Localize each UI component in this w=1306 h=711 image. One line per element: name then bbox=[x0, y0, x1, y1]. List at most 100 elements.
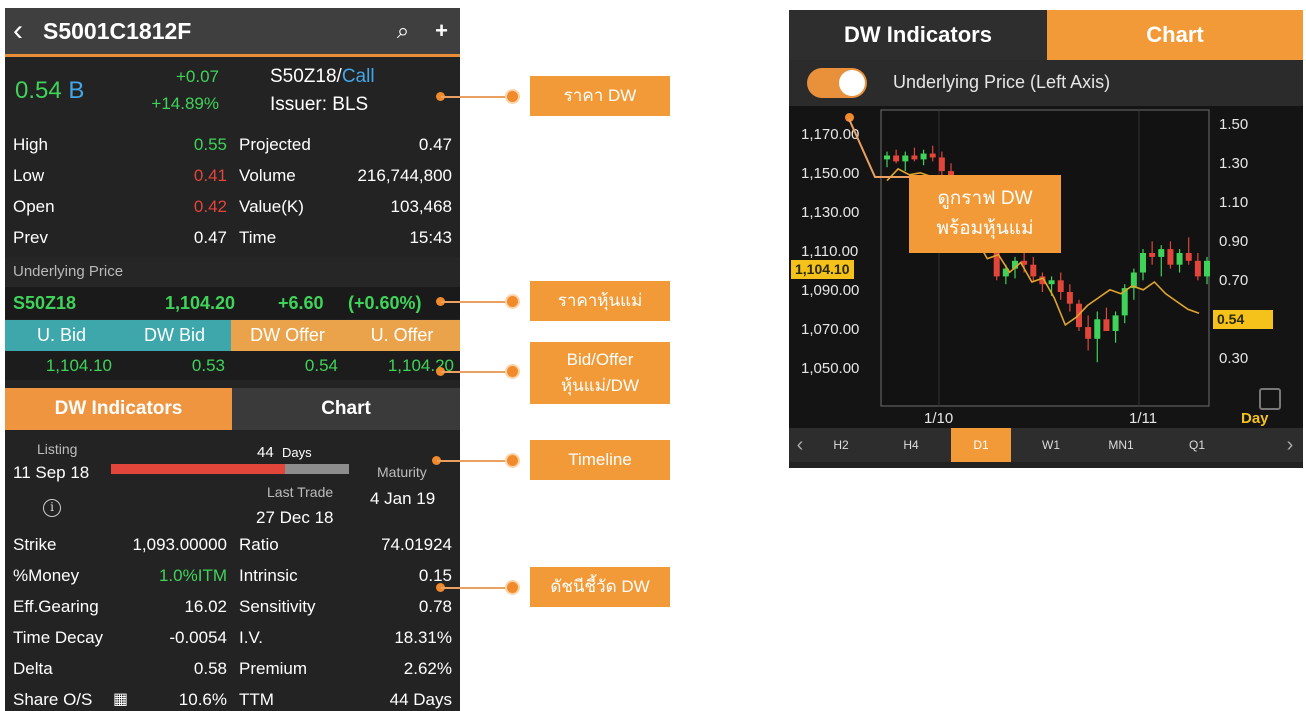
plus-icon[interactable]: + bbox=[435, 18, 448, 44]
calendar-icon[interactable]: ▦ bbox=[113, 684, 128, 711]
quote-row: Low 0.41 Volume 216,744,800 bbox=[5, 160, 460, 191]
candle-body bbox=[1094, 319, 1101, 339]
underlying-toggle-row: Underlying Price (Left Axis) bbox=[789, 60, 1303, 106]
last-trade-label: Last Trade bbox=[267, 484, 334, 500]
timeframe-bar: ‹ H2 H4 D1 W1 MN1 Q1 › bbox=[789, 428, 1303, 462]
fullscreen-icon[interactable] bbox=[1259, 388, 1281, 410]
callout-label: Timeline bbox=[530, 440, 670, 480]
callout-leader bbox=[441, 96, 511, 98]
bid-offer-values: 1,104.10 0.53 0.54 1,104.20 bbox=[5, 351, 460, 380]
x-axis-label: 1/10 bbox=[924, 410, 954, 427]
underlying-change-pct: (+0.60%) bbox=[348, 293, 422, 313]
indicator-row: Time Decay -0.0054 I.V. 18.31% bbox=[5, 622, 460, 653]
callout-leader bbox=[441, 301, 511, 303]
indicator-label: Delta bbox=[13, 659, 53, 678]
dw-bid-label: DW Bid bbox=[118, 320, 231, 351]
dw-change: +0.07 +14.89% bbox=[151, 67, 219, 113]
candle-body bbox=[1103, 319, 1110, 331]
timeframe-w1[interactable]: W1 bbox=[1021, 428, 1081, 462]
dw-quote-screen: ‹ S5001C1812F ⌕ + 0.54 B +0.07 +14.89% S… bbox=[5, 8, 460, 711]
left-axis-tick: 1,070.00 bbox=[801, 321, 860, 338]
indicator-label: %Money bbox=[13, 566, 80, 585]
dw-offer-value: 0.54 bbox=[304, 356, 338, 375]
candle-body bbox=[1085, 327, 1092, 339]
last-trade-date: 27 Dec 18 bbox=[256, 508, 334, 527]
indicator-row: Share O/S ▦ 10.6% TTM 44 Days bbox=[5, 684, 460, 711]
dw-bid-value: 0.53 bbox=[191, 356, 225, 375]
timeframe-mn1[interactable]: MN1 bbox=[1091, 428, 1151, 462]
indicator-value: 0.78 bbox=[418, 597, 452, 616]
chart-screen: DW Indicators Chart Underlying Price (Le… bbox=[789, 10, 1303, 468]
chart-tab-bar: DW Indicators Chart bbox=[789, 10, 1303, 60]
timeframe-h4[interactable]: H4 bbox=[881, 428, 941, 462]
timeline-progress-fill bbox=[111, 464, 285, 474]
tab-dw-indicators[interactable]: DW Indicators bbox=[789, 10, 1047, 60]
dw-series-info: S50Z18/Call Issuer: BLS bbox=[270, 66, 375, 115]
callout-dot bbox=[505, 294, 520, 309]
chevron-right-icon[interactable]: › bbox=[1279, 428, 1301, 462]
callout-label: Bid/Offer หุ้นแม่/DW bbox=[530, 342, 670, 404]
maturity-date: 4 Jan 19 bbox=[370, 489, 436, 508]
callout-dot bbox=[505, 580, 520, 595]
indicator-row: Eff.Gearing 16.02 Sensitivity 0.78 bbox=[5, 591, 460, 622]
toggle-knob bbox=[839, 70, 865, 96]
maturity-label: Maturity bbox=[377, 464, 427, 480]
candle-body bbox=[1030, 264, 1037, 277]
listing-date: 11 Sep 18 bbox=[13, 463, 90, 482]
callout-dot bbox=[505, 364, 520, 379]
page-title: S5001C1812F bbox=[43, 17, 192, 44]
timeframe-h2[interactable]: H2 bbox=[811, 428, 871, 462]
stat-label: Value(K) bbox=[239, 197, 304, 216]
indicator-value: 16.02 bbox=[184, 597, 227, 616]
quote-row: High 0.55 Projected 0.47 bbox=[5, 129, 460, 160]
timeframe-q1[interactable]: Q1 bbox=[1167, 428, 1227, 462]
quote-row: Open 0.42 Value(K) 103,468 bbox=[5, 191, 460, 222]
underlying-toggle[interactable] bbox=[807, 68, 867, 98]
left-axis-price-tag: 1,104.10 bbox=[791, 260, 854, 279]
u-offer-label: U. Offer bbox=[344, 320, 460, 351]
stat-label: Volume bbox=[239, 166, 296, 185]
stat-value: 0.55 bbox=[193, 135, 227, 154]
candle-body bbox=[1204, 260, 1210, 277]
u-bid-label: U. Bid bbox=[5, 320, 118, 351]
indicator-value: 10.6% bbox=[178, 690, 227, 709]
chevron-left-icon[interactable]: ‹ bbox=[789, 428, 811, 462]
candle-body bbox=[1185, 253, 1192, 261]
candle-body bbox=[1112, 315, 1119, 331]
u-offer-value: 1,104.20 bbox=[387, 356, 454, 375]
underlying-price-row[interactable]: S50Z18 1,104.20 +6.60 (+0.60%) bbox=[5, 287, 460, 319]
stat-value: 0.47 bbox=[193, 228, 227, 247]
candle-body bbox=[1176, 253, 1183, 265]
stat-label: Low bbox=[13, 166, 45, 185]
bid-offer-header: U. Bid DW Bid DW Offer U. Offer bbox=[5, 320, 460, 351]
quote-row: Prev 0.47 Time 15:43 bbox=[5, 222, 460, 253]
left-axis-tick: 1,130.00 bbox=[801, 204, 860, 221]
candle-body bbox=[1149, 253, 1156, 257]
tab-dw-indicators[interactable]: DW Indicators bbox=[5, 388, 232, 430]
tab-chart[interactable]: Chart bbox=[1047, 10, 1303, 60]
stat-label: Open bbox=[13, 197, 55, 216]
info-icon[interactable]: i bbox=[43, 499, 61, 517]
indicator-value: 74.01924 bbox=[381, 535, 452, 554]
stat-label: Time bbox=[239, 228, 277, 247]
left-axis-tick: 1,090.00 bbox=[801, 282, 860, 299]
chevron-left-icon[interactable]: ‹ bbox=[13, 16, 43, 46]
indicator-label: Premium bbox=[239, 659, 308, 678]
indicator-value: 1,093.00000 bbox=[132, 535, 227, 554]
indicator-value: 1.0%ITM bbox=[158, 566, 227, 585]
indicator-value: 18.31% bbox=[394, 628, 452, 647]
search-icon[interactable]: ⌕ bbox=[397, 18, 409, 44]
stat-value: 15:43 bbox=[409, 228, 452, 247]
indicator-row: Strike 1,093.00000 Ratio 74.01924 bbox=[5, 529, 460, 560]
indicator-label: Share O/S bbox=[13, 690, 93, 709]
candle-body bbox=[1066, 292, 1073, 304]
timeframe-d1[interactable]: D1 bbox=[951, 428, 1011, 462]
dw-last-price: 0.54 B bbox=[15, 77, 85, 104]
candle-body bbox=[1194, 260, 1201, 277]
underlying-section-title: Underlying Price bbox=[5, 257, 460, 287]
tab-bar: DW Indicators Chart bbox=[5, 388, 460, 430]
tab-chart[interactable]: Chart bbox=[232, 388, 460, 430]
stat-value: 103,468 bbox=[390, 197, 452, 216]
indicator-label: Ratio bbox=[239, 535, 279, 554]
indicator-value: 0.58 bbox=[193, 659, 227, 678]
